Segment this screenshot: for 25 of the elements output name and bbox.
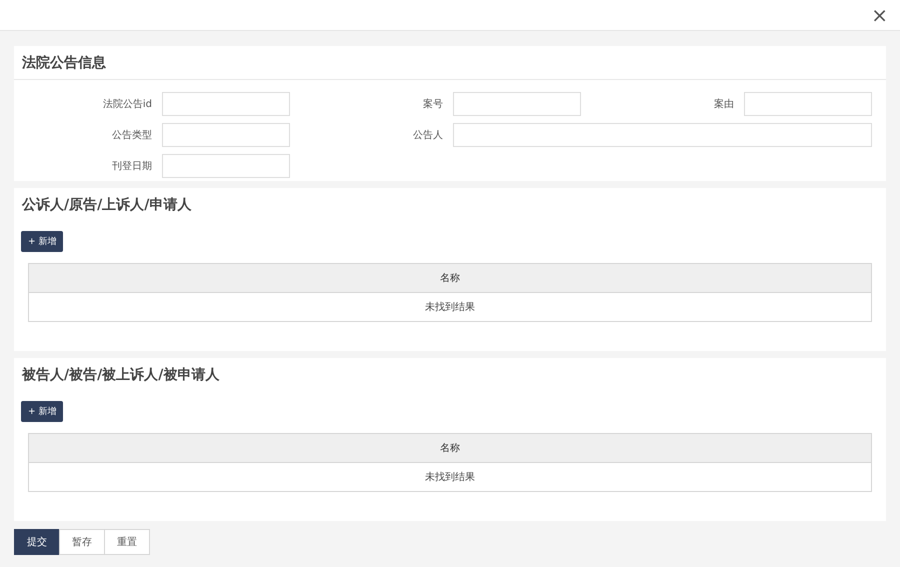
close-button[interactable]: × (869, 5, 890, 25)
field-label: 法院公告id (102, 98, 152, 111)
section-title: 法院公告信息 (22, 54, 106, 72)
input-field[interactable] (162, 92, 290, 116)
field-label: 公告类型 (111, 128, 152, 142)
empty-message: 未找到结果 (424, 470, 476, 485)
add-button[interactable]: + 新增 (21, 231, 64, 252)
field-label: 刊登日期 (111, 160, 152, 173)
column-header: 名称 (29, 434, 871, 463)
input-field[interactable] (744, 92, 872, 116)
input-field[interactable] (453, 123, 872, 147)
action-button[interactable]: 暂存 (59, 529, 105, 555)
action-button[interactable]: 重置 (104, 529, 150, 555)
section-title: 被告人/被告/被上诉人/被申请人 (22, 366, 220, 384)
input-field[interactable] (453, 92, 581, 116)
field-label: 案号 (422, 98, 443, 111)
column-header: 名称 (29, 264, 871, 293)
field-label: 公告人 (412, 128, 443, 142)
input-field[interactable] (162, 123, 290, 147)
input-field[interactable] (162, 154, 290, 178)
empty-message: 未找到结果 (424, 300, 476, 315)
field-label: 案由 (713, 98, 734, 111)
add-button[interactable]: + 新增 (21, 401, 64, 422)
submit-button[interactable]: 提交 (14, 529, 60, 555)
section-title: 公诉人/原告/上诉人/申请人 (22, 196, 192, 214)
